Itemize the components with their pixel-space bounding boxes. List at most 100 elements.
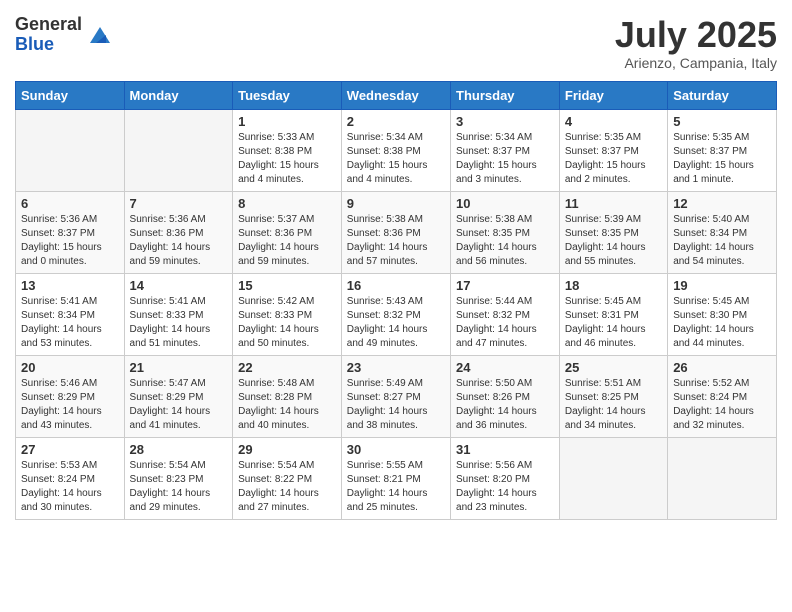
day-info: Sunrise: 5:34 AM Sunset: 8:38 PM Dayligh…	[347, 131, 445, 187]
location: Arienzo, Campania, Italy	[615, 55, 777, 71]
day-number: 29	[238, 442, 336, 457]
calendar-cell: 5 Sunrise: 5:35 AM Sunset: 8:37 PM Daylig…	[668, 109, 777, 191]
weekday-header-sunday: Sunday	[16, 81, 125, 109]
day-number: 14	[130, 278, 228, 293]
calendar-cell	[124, 109, 233, 191]
calendar-cell	[559, 437, 667, 519]
calendar-cell	[16, 109, 125, 191]
calendar-cell: 9Sunrise: 5:38 AM Sunset: 8:36 PM Daylig…	[341, 191, 450, 273]
day-number: 30	[347, 442, 445, 457]
calendar-cell: 16 Sunrise: 5:43 AM Sunset: 8:32 PM Dayli…	[341, 273, 450, 355]
day-info: Sunrise: 5:39 AM Sunset: 8:35 PM Dayligh…	[565, 213, 662, 269]
day-number: 11	[565, 196, 662, 211]
calendar-cell: 4Sunrise: 5:35 AM Sunset: 8:37 PM Daylig…	[559, 109, 667, 191]
calendar-cell: 20Sunrise: 5:46 AM Sunset: 8:29 PM Dayli…	[16, 355, 125, 437]
calendar-week-row: 1 Sunrise: 5:33 AM Sunset: 8:38 PM Daylig…	[16, 109, 777, 191]
day-info: Sunrise: 5:53 AM Sunset: 8:24 PM Dayligh…	[21, 459, 119, 515]
day-number: 21	[130, 360, 228, 375]
calendar-cell: 13Sunrise: 5:41 AM Sunset: 8:34 PM Dayli…	[16, 273, 125, 355]
day-number: 24	[456, 360, 554, 375]
weekday-header-monday: Monday	[124, 81, 233, 109]
weekday-header-tuesday: Tuesday	[233, 81, 342, 109]
day-number: 18	[565, 278, 662, 293]
day-number: 31	[456, 442, 554, 457]
title-section: July 2025 Arienzo, Campania, Italy	[615, 15, 777, 71]
day-info: Sunrise: 5:45 AM Sunset: 8:30 PM Dayligh…	[673, 295, 771, 351]
day-number: 16	[347, 278, 445, 293]
calendar-cell: 18Sunrise: 5:45 AM Sunset: 8:31 PM Dayli…	[559, 273, 667, 355]
day-info: Sunrise: 5:36 AM Sunset: 8:36 PM Dayligh…	[130, 213, 228, 269]
month-title: July 2025	[615, 15, 777, 55]
day-number: 1	[238, 114, 336, 129]
day-info: Sunrise: 5:50 AM Sunset: 8:26 PM Dayligh…	[456, 377, 554, 433]
day-info: Sunrise: 5:56 AM Sunset: 8:20 PM Dayligh…	[456, 459, 554, 515]
day-info: Sunrise: 5:42 AM Sunset: 8:33 PM Dayligh…	[238, 295, 336, 351]
calendar-cell: 15 Sunrise: 5:42 AM Sunset: 8:33 PM Dayli…	[233, 273, 342, 355]
day-info: Sunrise: 5:36 AM Sunset: 8:37 PM Dayligh…	[21, 213, 119, 269]
calendar-cell: 25 Sunrise: 5:51 AM Sunset: 8:25 PM Dayli…	[559, 355, 667, 437]
calendar-body: 1 Sunrise: 5:33 AM Sunset: 8:38 PM Daylig…	[16, 109, 777, 519]
day-info: Sunrise: 5:35 AM Sunset: 8:37 PM Dayligh…	[673, 131, 771, 187]
day-info: Sunrise: 5:41 AM Sunset: 8:33 PM Dayligh…	[130, 295, 228, 351]
calendar-cell: 14 Sunrise: 5:41 AM Sunset: 8:33 PM Dayli…	[124, 273, 233, 355]
day-number: 10	[456, 196, 554, 211]
day-number: 2	[347, 114, 445, 129]
day-info: Sunrise: 5:43 AM Sunset: 8:32 PM Dayligh…	[347, 295, 445, 351]
calendar-cell: 21Sunrise: 5:47 AM Sunset: 8:29 PM Dayli…	[124, 355, 233, 437]
day-info: Sunrise: 5:51 AM Sunset: 8:25 PM Dayligh…	[565, 377, 662, 433]
day-info: Sunrise: 5:34 AM Sunset: 8:37 PM Dayligh…	[456, 131, 554, 187]
calendar-week-row: 20Sunrise: 5:46 AM Sunset: 8:29 PM Dayli…	[16, 355, 777, 437]
calendar-header: SundayMondayTuesdayWednesdayThursdayFrid…	[16, 81, 777, 109]
calendar-cell: 27 Sunrise: 5:53 AM Sunset: 8:24 PM Dayli…	[16, 437, 125, 519]
day-info: Sunrise: 5:38 AM Sunset: 8:36 PM Dayligh…	[347, 213, 445, 269]
logo-text: General Blue	[15, 15, 82, 55]
day-number: 4	[565, 114, 662, 129]
day-info: Sunrise: 5:40 AM Sunset: 8:34 PM Dayligh…	[673, 213, 771, 269]
logo: General Blue	[15, 15, 114, 55]
calendar-cell: 22 Sunrise: 5:48 AM Sunset: 8:28 PM Dayli…	[233, 355, 342, 437]
day-number: 28	[130, 442, 228, 457]
day-info: Sunrise: 5:44 AM Sunset: 8:32 PM Dayligh…	[456, 295, 554, 351]
calendar-cell: 12 Sunrise: 5:40 AM Sunset: 8:34 PM Dayli…	[668, 191, 777, 273]
day-number: 6	[21, 196, 119, 211]
logo-icon	[86, 21, 114, 49]
day-info: Sunrise: 5:54 AM Sunset: 8:22 PM Dayligh…	[238, 459, 336, 515]
calendar-cell: 19 Sunrise: 5:45 AM Sunset: 8:30 PM Dayli…	[668, 273, 777, 355]
day-info: Sunrise: 5:49 AM Sunset: 8:27 PM Dayligh…	[347, 377, 445, 433]
weekday-header-saturday: Saturday	[668, 81, 777, 109]
day-info: Sunrise: 5:48 AM Sunset: 8:28 PM Dayligh…	[238, 377, 336, 433]
calendar-cell: 8Sunrise: 5:37 AM Sunset: 8:36 PM Daylig…	[233, 191, 342, 273]
calendar-cell: 28 Sunrise: 5:54 AM Sunset: 8:23 PM Dayli…	[124, 437, 233, 519]
day-number: 7	[130, 196, 228, 211]
calendar-cell: 1 Sunrise: 5:33 AM Sunset: 8:38 PM Daylig…	[233, 109, 342, 191]
weekday-header-wednesday: Wednesday	[341, 81, 450, 109]
day-info: Sunrise: 5:55 AM Sunset: 8:21 PM Dayligh…	[347, 459, 445, 515]
calendar-cell: 17Sunrise: 5:44 AM Sunset: 8:32 PM Dayli…	[451, 273, 560, 355]
day-number: 12	[673, 196, 771, 211]
day-info: Sunrise: 5:41 AM Sunset: 8:34 PM Dayligh…	[21, 295, 119, 351]
day-number: 5	[673, 114, 771, 129]
day-number: 26	[673, 360, 771, 375]
calendar-cell: 26Sunrise: 5:52 AM Sunset: 8:24 PM Dayli…	[668, 355, 777, 437]
day-number: 22	[238, 360, 336, 375]
page-header: General Blue July 2025 Arienzo, Campania…	[15, 15, 777, 71]
day-number: 19	[673, 278, 771, 293]
day-info: Sunrise: 5:37 AM Sunset: 8:36 PM Dayligh…	[238, 213, 336, 269]
calendar-cell: 24 Sunrise: 5:50 AM Sunset: 8:26 PM Dayli…	[451, 355, 560, 437]
calendar-cell	[668, 437, 777, 519]
day-number: 15	[238, 278, 336, 293]
day-info: Sunrise: 5:54 AM Sunset: 8:23 PM Dayligh…	[130, 459, 228, 515]
calendar-cell: 7 Sunrise: 5:36 AM Sunset: 8:36 PM Daylig…	[124, 191, 233, 273]
weekday-header-thursday: Thursday	[451, 81, 560, 109]
day-number: 27	[21, 442, 119, 457]
weekday-header-friday: Friday	[559, 81, 667, 109]
calendar-cell: 2 Sunrise: 5:34 AM Sunset: 8:38 PM Daylig…	[341, 109, 450, 191]
day-info: Sunrise: 5:33 AM Sunset: 8:38 PM Dayligh…	[238, 131, 336, 187]
day-number: 25	[565, 360, 662, 375]
calendar-cell: 6 Sunrise: 5:36 AM Sunset: 8:37 PM Daylig…	[16, 191, 125, 273]
calendar-cell: 31 Sunrise: 5:56 AM Sunset: 8:20 PM Dayli…	[451, 437, 560, 519]
logo-general: General	[15, 15, 82, 35]
day-info: Sunrise: 5:46 AM Sunset: 8:29 PM Dayligh…	[21, 377, 119, 433]
day-info: Sunrise: 5:38 AM Sunset: 8:35 PM Dayligh…	[456, 213, 554, 269]
calendar-week-row: 27 Sunrise: 5:53 AM Sunset: 8:24 PM Dayli…	[16, 437, 777, 519]
